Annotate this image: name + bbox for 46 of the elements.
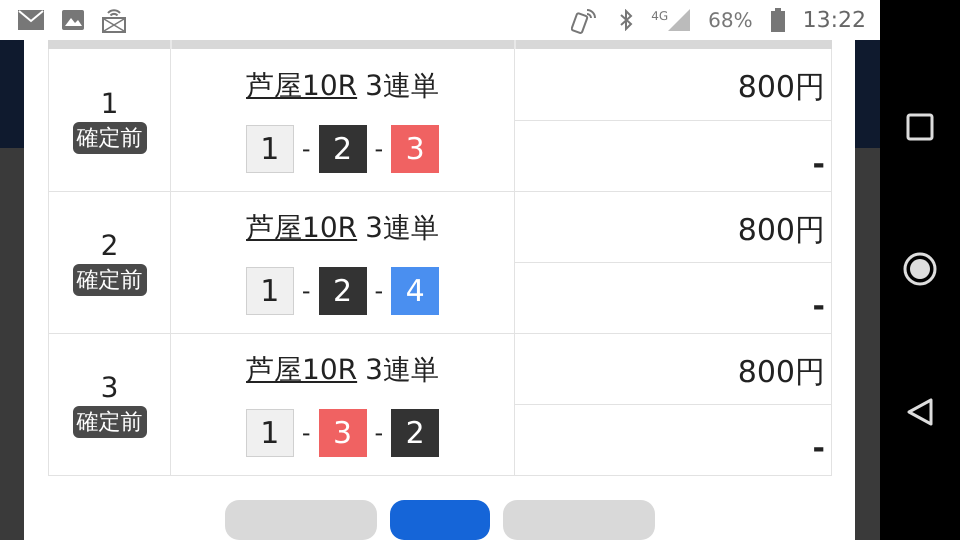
bet-type: 3連単 [365, 68, 439, 104]
status-badge: 確定前 [72, 122, 146, 154]
circle-icon[interactable] [902, 251, 938, 287]
bet-amount: 800円 [738, 354, 825, 392]
bet-number: 3 [100, 370, 118, 404]
wifi-screen-icon [102, 7, 126, 33]
signal-icon [668, 9, 690, 31]
separator: - [374, 277, 384, 306]
network-label: 4G [651, 9, 668, 23]
boat-number: 2 [318, 267, 366, 316]
status-badge: 確定前 [72, 264, 146, 296]
back-triangle-icon[interactable] [906, 397, 934, 427]
separator: - [374, 135, 384, 164]
boat-number: 3 [318, 409, 366, 458]
payout-value: - [812, 431, 825, 466]
battery-percent: 68% [708, 8, 753, 32]
race-link[interactable]: 芦屋10R [246, 351, 358, 390]
bet-number: 2 [100, 228, 118, 262]
battery-icon [770, 8, 785, 32]
payout-value: - [812, 289, 825, 324]
mail-icon [18, 10, 44, 30]
separator: - [302, 419, 310, 448]
separator: - [302, 135, 310, 164]
bet-number: 1 [100, 86, 118, 120]
image-icon [62, 10, 84, 30]
bet-type: 3連単 [365, 210, 439, 246]
bet-type: 3連単 [365, 352, 439, 388]
bet-amount: 800円 [738, 69, 825, 108]
clock: 13:22 [802, 8, 866, 32]
primary-button[interactable] [390, 500, 490, 540]
boat-number: 1 [246, 267, 294, 316]
separator: - [302, 277, 310, 306]
status-badge: 確定前 [72, 406, 146, 438]
bluetooth-icon [619, 9, 634, 31]
square-icon[interactable] [906, 113, 934, 141]
boat-number: 2 [391, 409, 440, 458]
boat-number: 1 [246, 409, 294, 458]
boat-number: 1 [246, 125, 294, 174]
bet-amount: 800円 [738, 212, 825, 250]
boat-number: 2 [318, 125, 366, 174]
payout-value: - [812, 147, 825, 182]
separator: - [374, 419, 384, 448]
race-link[interactable]: 芦屋10R [246, 209, 358, 248]
race-link[interactable]: 芦屋10R [246, 67, 358, 106]
boat-number: 3 [391, 125, 440, 174]
boat-number: 4 [391, 267, 440, 316]
